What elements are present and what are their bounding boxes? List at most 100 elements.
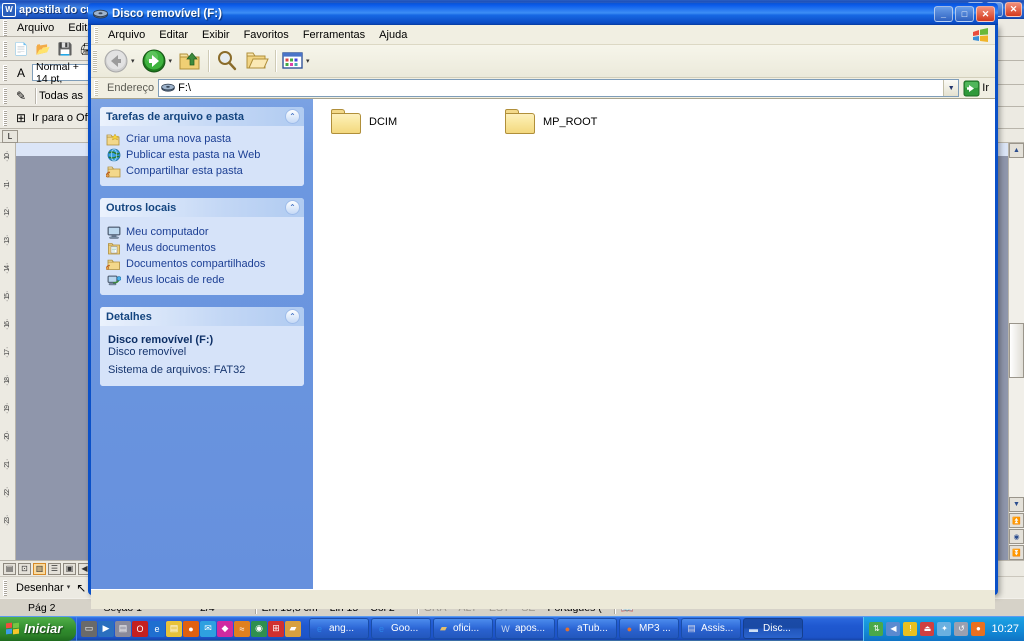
firefox-icon[interactable]: ● bbox=[183, 620, 199, 637]
chevron-up-icon[interactable]: ⌃ bbox=[285, 309, 300, 324]
next-page-button[interactable]: ⏬ bbox=[1009, 545, 1024, 560]
explorer-close-button[interactable]: ✕ bbox=[976, 6, 995, 22]
panel-header[interactable]: Outros locais ⌃ bbox=[100, 198, 304, 217]
chevron-up-icon[interactable]: ⌃ bbox=[285, 200, 300, 215]
search-button[interactable] bbox=[212, 47, 242, 75]
word-vertical-scrollbar[interactable]: ▲ ▼ ⏫ ◉ ⏬ bbox=[1008, 143, 1024, 560]
previous-page-button[interactable]: ⏫ bbox=[1009, 513, 1024, 528]
media-player-icon[interactable]: ▶ bbox=[98, 620, 114, 637]
taskbar-button[interactable]: ● MP3 ... bbox=[619, 618, 679, 639]
tray-clock[interactable]: 10:27 bbox=[991, 623, 1019, 635]
update-icon[interactable]: ● bbox=[971, 621, 986, 636]
place-shared-documents[interactable]: Documentos compartilhados bbox=[106, 256, 298, 272]
scroll-up-button[interactable]: ▲ bbox=[1009, 143, 1024, 158]
markup-icon[interactable]: ✎ bbox=[11, 86, 31, 106]
reading-view-button[interactable]: ▣ bbox=[63, 562, 76, 575]
taskbar-button[interactable]: ▤ Assis... bbox=[681, 618, 741, 639]
views-button[interactable]: ▾ bbox=[279, 47, 313, 75]
shield-icon[interactable]: ! bbox=[903, 621, 918, 636]
menu-favoritos[interactable]: Favoritos bbox=[237, 27, 296, 43]
menu-arquivo[interactable]: Arquivo bbox=[101, 27, 152, 43]
messenger-icon[interactable]: ✉ bbox=[200, 620, 216, 637]
forward-dropdown-caret[interactable]: ▾ bbox=[169, 58, 173, 65]
place-network-places[interactable]: Meus locais de rede bbox=[106, 272, 298, 288]
panel-header[interactable]: Detalhes ⌃ bbox=[100, 307, 304, 326]
menu-exibir[interactable]: Exibir bbox=[195, 27, 237, 43]
file-item-dcim[interactable]: DCIM bbox=[331, 109, 397, 134]
explorer-titlebar[interactable]: Disco removível (F:) _ □ ✕ bbox=[88, 3, 998, 25]
chevron-down-icon[interactable]: ▼ bbox=[943, 80, 959, 96]
place-my-documents[interactable]: Meus documentos bbox=[106, 240, 298, 256]
safely-remove-icon[interactable]: ⏏ bbox=[920, 621, 935, 636]
taskbar-button[interactable]: ▬ Disc... bbox=[743, 618, 803, 639]
address-value[interactable]: F:\ bbox=[178, 82, 191, 94]
antivirus-icon[interactable]: ✦ bbox=[937, 621, 952, 636]
toolbar-gripper[interactable] bbox=[3, 579, 7, 596]
toolbar-gripper[interactable] bbox=[3, 19, 7, 36]
toolbar-gripper[interactable] bbox=[3, 64, 7, 81]
scroll-down-button[interactable]: ▼ bbox=[1009, 497, 1024, 512]
save-icon[interactable]: 💾 bbox=[55, 39, 75, 59]
opera-icon[interactable]: O bbox=[132, 620, 148, 637]
back-button[interactable]: ▾ bbox=[100, 47, 138, 75]
taskbar-button[interactable]: ● aTub... bbox=[557, 618, 617, 639]
print-layout-view-button[interactable]: ▥ bbox=[33, 562, 46, 575]
task-share-folder[interactable]: Compartilhar esta pasta bbox=[106, 163, 298, 179]
network-icon[interactable]: ⇅ bbox=[869, 621, 884, 636]
media-icon[interactable]: ◉ bbox=[251, 620, 267, 637]
web-layout-view-button[interactable]: ⊡ bbox=[18, 562, 31, 575]
volume-icon[interactable]: ◀ bbox=[886, 621, 901, 636]
go-button[interactable]: Ir bbox=[959, 80, 995, 97]
show-desktop-icon[interactable]: ▭ bbox=[81, 620, 97, 637]
explorer-minimize-button[interactable]: _ bbox=[934, 6, 953, 22]
forward-button[interactable]: ▾ bbox=[138, 47, 176, 75]
place-my-computer[interactable]: Meu computador bbox=[106, 224, 298, 240]
taskbar-button[interactable]: e ang... bbox=[309, 618, 369, 639]
new-document-icon[interactable]: 📄 bbox=[11, 39, 31, 59]
up-button[interactable] bbox=[175, 47, 205, 75]
toolbar-gripper[interactable] bbox=[93, 50, 97, 72]
toolbar-gripper[interactable] bbox=[3, 40, 7, 57]
menubar-gripper[interactable] bbox=[94, 26, 98, 43]
toolbar-gripper[interactable] bbox=[3, 87, 7, 104]
menu-ferramentas[interactable]: Ferramentas bbox=[296, 27, 372, 43]
windows-icon[interactable]: ⊞ bbox=[268, 620, 284, 637]
tab-stop-selector[interactable]: L bbox=[2, 130, 18, 143]
select-browse-object-button[interactable]: ◉ bbox=[1009, 529, 1024, 544]
draw-menu-button[interactable]: Desenhar bbox=[10, 582, 70, 594]
history-icon[interactable]: ↺ bbox=[954, 621, 969, 636]
go-label[interactable]: Ir bbox=[982, 82, 989, 94]
menu-ajuda[interactable]: Ajuda bbox=[372, 27, 414, 43]
style-combobox[interactable]: Normal + 14 pt, bbox=[32, 61, 94, 85]
views-dropdown-caret[interactable]: ▾ bbox=[306, 58, 310, 65]
back-dropdown-caret[interactable]: ▾ bbox=[131, 58, 135, 65]
explorer-maximize-button[interactable]: □ bbox=[955, 6, 974, 22]
explorer-file-list[interactable]: DCIM MP_ROOT bbox=[313, 99, 995, 589]
reviewing-show-label[interactable]: Todas as bbox=[39, 90, 83, 102]
internet-explorer-icon[interactable]: e bbox=[149, 620, 165, 637]
taskbar-button[interactable]: Wapos... bbox=[495, 618, 555, 639]
word-menu-arquivo[interactable]: Arquivo bbox=[10, 21, 61, 35]
address-input[interactable]: F:\ ▼ bbox=[158, 79, 960, 97]
task-publish-folder-web[interactable]: Publicar esta pasta na Web bbox=[106, 147, 298, 163]
taskbar-button[interactable]: e Goo... bbox=[371, 618, 431, 639]
start-button[interactable]: Iniciar bbox=[0, 616, 76, 641]
folders-button[interactable] bbox=[242, 47, 272, 75]
printer-icon[interactable]: ▤ bbox=[115, 620, 131, 637]
outline-view-button[interactable]: ☰ bbox=[48, 562, 61, 575]
task-create-new-folder[interactable]: Criar uma nova pasta bbox=[106, 131, 298, 147]
normal-view-button[interactable]: ▤ bbox=[3, 562, 16, 575]
toolbar-gripper[interactable] bbox=[3, 109, 7, 126]
winamp-icon[interactable]: ≈ bbox=[234, 620, 250, 637]
addressbar-gripper[interactable] bbox=[94, 80, 98, 96]
taskbar-button[interactable]: ▰ ofici... bbox=[433, 618, 493, 639]
scroll-thumb[interactable] bbox=[1009, 323, 1024, 378]
open-icon[interactable]: 📂 bbox=[33, 39, 53, 59]
chevron-up-icon[interactable]: ⌃ bbox=[285, 109, 300, 124]
word-close-button[interactable]: ✕ bbox=[1005, 2, 1022, 17]
emule-icon[interactable]: ◆ bbox=[217, 620, 233, 637]
notepad-icon[interactable]: ▤ bbox=[166, 620, 182, 637]
file-item-mp-root[interactable]: MP_ROOT bbox=[505, 109, 597, 134]
panel-header[interactable]: Tarefas de arquivo e pasta ⌃ bbox=[100, 107, 304, 126]
folder-icon[interactable]: ▰ bbox=[285, 620, 301, 637]
